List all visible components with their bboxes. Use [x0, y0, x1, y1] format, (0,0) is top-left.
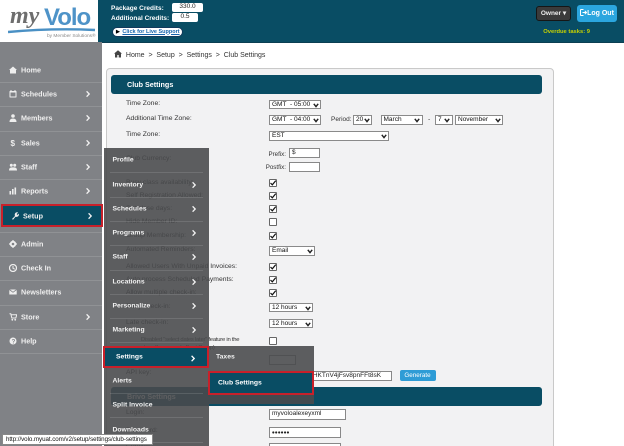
svg-text:?: ? [12, 339, 16, 345]
svg-text:$: $ [11, 139, 16, 147]
